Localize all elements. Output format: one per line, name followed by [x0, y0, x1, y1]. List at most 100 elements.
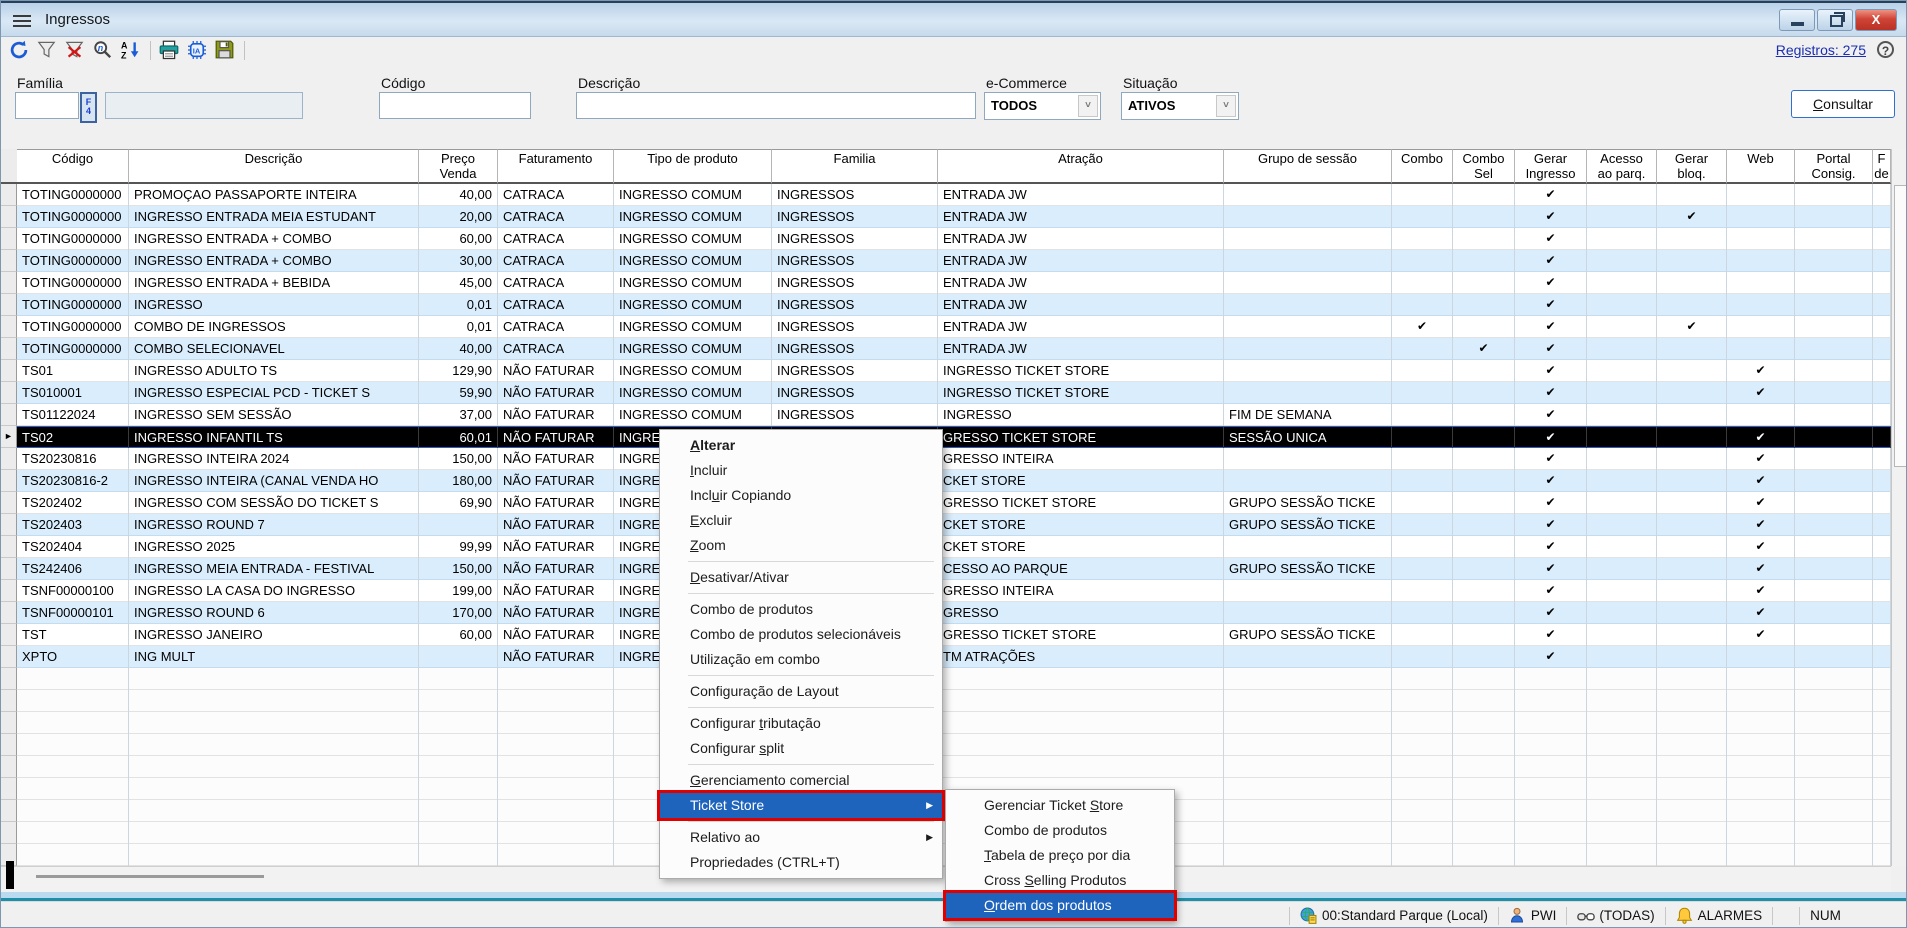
table-row-TOTING0000000[interactable]: TOTING0000000COMBO DE INGRESSOS0,01CATRA…: [17, 316, 1891, 338]
column-header-gerar_bloq[interactable]: Gerar bloq.: [1657, 149, 1727, 184]
find-icon[interactable]: n: [93, 40, 115, 62]
menu-item-configurar-split[interactable]: Configurar split: [660, 736, 942, 761]
menu-icon[interactable]: [13, 15, 31, 27]
table-row-TS20230816-2[interactable]: TS20230816-2INGRESSO INTEIRA (CANAL VEND…: [17, 470, 1891, 492]
column-header-grupo[interactable]: Grupo de sessão: [1224, 149, 1392, 184]
column-header-atracao[interactable]: Atração: [938, 149, 1224, 184]
menu-item-incluir[interactable]: Incluir: [660, 458, 942, 483]
close-button[interactable]: X: [1855, 9, 1897, 31]
table-row-empty[interactable]: [17, 668, 1891, 690]
column-header-familia[interactable]: Familia: [772, 149, 938, 184]
cell-extra: [1873, 646, 1891, 668]
table-row-TOTING0000000[interactable]: TOTING0000000PROMOÇAO PASSAPORTE INTEIRA…: [17, 184, 1891, 206]
table-row-TSNF00000101[interactable]: TSNF00000101INGRESSO ROUND 6170,00NÃO FA…: [17, 602, 1891, 624]
submenu-item-cross-selling-produtos[interactable]: Cross Selling Produtos: [946, 868, 1174, 893]
ecommerce-select[interactable]: TODOS˅: [984, 92, 1101, 120]
cell-web: [1727, 668, 1795, 690]
menu-item-alterar[interactable]: Alterar: [660, 433, 942, 458]
minimize-button[interactable]: [1779, 9, 1815, 31]
f4-lookup-button[interactable]: F4: [80, 92, 97, 123]
submenu-item-tabela-de-pre-o-por-dia[interactable]: Tabela de preço por dia: [946, 843, 1174, 868]
table-row-TS202403[interactable]: TS202403INGRESSO ROUND 7NÃO FATURARINGRE…: [17, 514, 1891, 536]
codigo-input[interactable]: [379, 92, 531, 119]
consultar-button[interactable]: Consultar: [1791, 90, 1895, 118]
column-header-combo_sel[interactable]: Combo Sel: [1453, 149, 1515, 184]
registros-link[interactable]: Registros: 275: [1776, 42, 1866, 58]
table-row-TS01122024[interactable]: TS01122024INGRESSO SEM SESSÃO37,00NÃO FA…: [17, 404, 1891, 426]
menu-item-relativo-ao[interactable]: Relativo ao▶: [660, 825, 942, 850]
table-row-empty[interactable]: [17, 756, 1891, 778]
print-icon[interactable]: [159, 40, 181, 62]
horizontal-scrollbar-thumb[interactable]: [36, 875, 264, 878]
table-row-TS202404[interactable]: TS202404INGRESSO 202599,99NÃO FATURARING…: [17, 536, 1891, 558]
menu-item-configura-o-de-layout[interactable]: Configuração de Layout: [660, 679, 942, 704]
situacao-select[interactable]: ATIVOS˅: [1121, 92, 1239, 120]
column-header-faturamento[interactable]: Faturamento: [498, 149, 614, 184]
column-header-extra[interactable]: F de: [1873, 149, 1891, 184]
column-header-gerar_ingresso[interactable]: Gerar Ingresso: [1515, 149, 1587, 184]
column-header-web[interactable]: Web: [1727, 149, 1795, 184]
submenu-item-gerenciar-ticket-store[interactable]: Gerenciar Ticket Store: [946, 793, 1174, 818]
submenu-item-ordem-dos-produtos[interactable]: Ordem dos produtos: [946, 893, 1174, 918]
clear-filter-icon[interactable]: [65, 40, 87, 62]
table-row-TOTING0000000[interactable]: TOTING0000000INGRESSO ENTRADA + COMBO60,…: [17, 228, 1891, 250]
refresh-icon[interactable]: [9, 40, 31, 62]
column-header-combo[interactable]: Combo: [1392, 149, 1453, 184]
column-header-descricao[interactable]: Descrição: [129, 149, 419, 184]
menu-item-incluir-copiando[interactable]: Incluir Copiando: [660, 483, 942, 508]
vertical-scrollbar-thumb[interactable]: [1894, 185, 1907, 467]
descricao-input[interactable]: [576, 92, 976, 119]
menu-item-zoom[interactable]: Zoom: [660, 533, 942, 558]
table-row-TOTING0000000[interactable]: TOTING0000000INGRESSO ENTRADA MEIA ESTUD…: [17, 206, 1891, 228]
table-row-empty[interactable]: [17, 734, 1891, 756]
chevron-down-icon[interactable]: ˅: [1078, 95, 1098, 117]
menu-item-utiliza-o-em-combo[interactable]: Utilização em combo: [660, 647, 942, 672]
vertical-scrollbar[interactable]: [1891, 149, 1907, 866]
chevron-down-icon[interactable]: ˅: [1216, 95, 1236, 117]
restore-button[interactable]: [1817, 9, 1853, 31]
cell-extra: [1873, 800, 1891, 822]
column-header-preco[interactable]: Preço Venda: [419, 149, 498, 184]
table-row-TOTING0000000[interactable]: TOTING0000000INGRESSO ENTRADA + BEBIDA45…: [17, 272, 1891, 294]
menu-item-combo-de-produtos-selecion-veis[interactable]: Combo de produtos selecionáveis: [660, 622, 942, 647]
table-row-TST[interactable]: TSTINGRESSO JANEIRO60,00NÃO FATURARINGRE…: [17, 624, 1891, 646]
menu-item-desativar-ativar[interactable]: Desativar/Ativar: [660, 565, 942, 590]
menu-item-excluir[interactable]: Excluir: [660, 508, 942, 533]
column-header-tipo[interactable]: Tipo de produto: [614, 149, 772, 184]
table-row-TOTING0000000[interactable]: TOTING0000000INGRESSO ENTRADA + COMBO30,…: [17, 250, 1891, 272]
table-row-TS02[interactable]: TS02INGRESSO INFANTIL TS60,01NÃO FATURAR…: [17, 426, 1891, 448]
table-row-empty[interactable]: [17, 690, 1891, 712]
cell-faturamento: [498, 668, 614, 690]
cell-tipo: INGRESSO COMUM: [614, 184, 772, 206]
table-row-TS20230816[interactable]: TS20230816INGRESSO INTEIRA 2024150,00NÃO…: [17, 448, 1891, 470]
cell-faturamento: CATRACA: [498, 184, 614, 206]
help-icon[interactable]: ?: [1877, 41, 1894, 58]
filter-icon[interactable]: [37, 40, 59, 62]
familia-input[interactable]: [15, 92, 79, 119]
save-icon[interactable]: [215, 40, 237, 62]
sort-az-icon[interactable]: AZ: [121, 40, 143, 62]
cell-faturamento: NÃO FATURAR: [498, 404, 614, 426]
submenu-item-combo-de-produtos[interactable]: Combo de produtos: [946, 818, 1174, 843]
table-row-TS010001[interactable]: TS010001INGRESSO ESPECIAL PCD - TICKET S…: [17, 382, 1891, 404]
table-row-TS01[interactable]: TS01INGRESSO ADULTO TS129,90NÃO FATURARI…: [17, 360, 1891, 382]
menu-item-configurar-tributa-o[interactable]: Configurar tributação: [660, 711, 942, 736]
menu-item-propriedades-ctrl-t[interactable]: Propriedades (CTRL+T): [660, 850, 942, 875]
column-header-codigo[interactable]: Código: [17, 149, 129, 184]
table-row-TOTING0000000[interactable]: TOTING0000000INGRESSO0,01CATRACAINGRESSO…: [17, 294, 1891, 316]
products-grid: CódigoDescriçãoPreço VendaFaturamentoTip…: [1, 149, 1891, 866]
table-row-TS242406[interactable]: TS242406INGRESSO MEIA ENTRADA - FESTIVAL…: [17, 558, 1891, 580]
column-header-portal[interactable]: Portal Consig.: [1795, 149, 1873, 184]
cell-descricao: INGRESSO INTEIRA 2024: [129, 448, 419, 470]
table-row-empty[interactable]: [17, 712, 1891, 734]
menu-item-combo-de-produtos[interactable]: Combo de produtos: [660, 597, 942, 622]
table-row-TS202402[interactable]: TS202402INGRESSO COM SESSÃO DO TICKET S6…: [17, 492, 1891, 514]
menu-item-gerenciamento-comercial[interactable]: Gerenciamento comercial: [660, 768, 942, 793]
table-row-TOTING0000000[interactable]: TOTING0000000COMBO SELECIONAVEL40,00CATR…: [17, 338, 1891, 360]
cell-atracao: GRESSO TICKET STORE: [938, 492, 1224, 514]
table-row-XPTO[interactable]: XPTOING MULTNÃO FATURARINGRESSO COMUMTM …: [17, 646, 1891, 668]
menu-item-ticket-store[interactable]: Ticket Store▶: [660, 793, 942, 818]
ia-icon[interactable]: IA: [187, 40, 209, 62]
column-header-acesso[interactable]: Acesso ao parq.: [1587, 149, 1657, 184]
table-row-TSNF00000100[interactable]: TSNF00000100INGRESSO LA CASA DO INGRESSO…: [17, 580, 1891, 602]
